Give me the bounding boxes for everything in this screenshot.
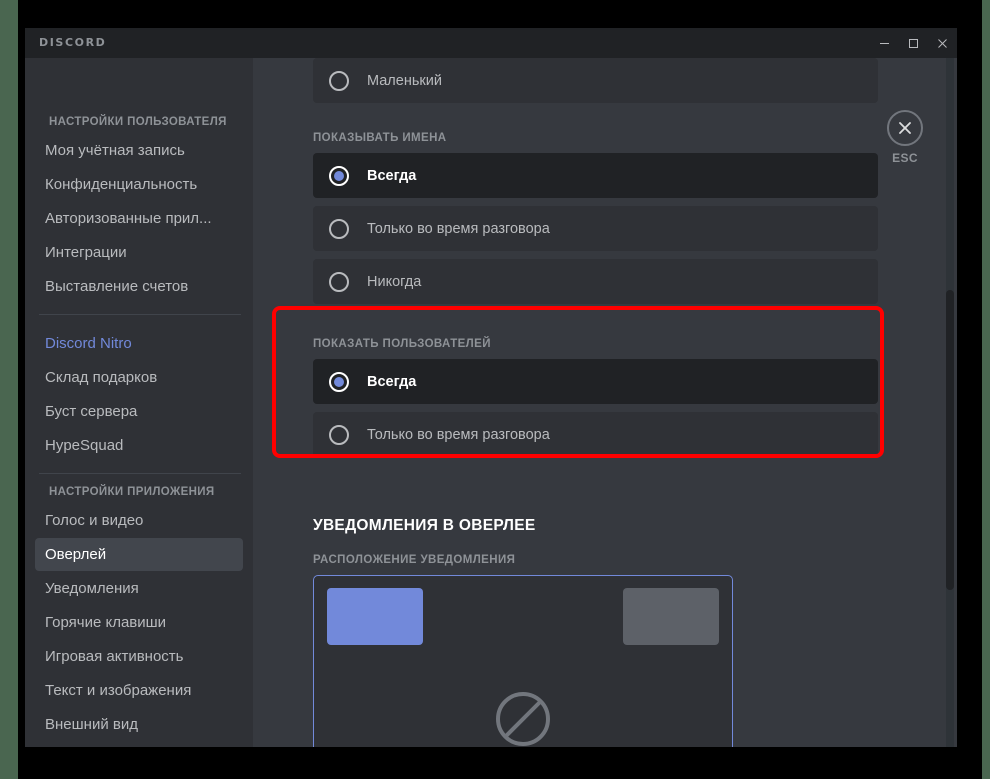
discord-settings-window: DISCORD НАСТРОЙКИ ПОЛЬЗОВАТЕЛЯ Моя учётна… [25,28,957,747]
discord-wordmark: DISCORD [39,36,107,49]
maximize-button[interactable] [899,28,928,58]
radio-selected-icon[interactable] [329,165,349,186]
title-bar: DISCORD [25,28,957,58]
sidebar-item-авторизованные-прил[interactable]: Авторизованные прил... [35,202,243,235]
sidebar-item-label: Моя учётная запись [45,142,185,159]
section-title-overlay-notifications: УВЕДОМЛЕНИЯ В ОВЕРЛЕЕ [313,517,536,534]
sidebar-item-discord-nitro[interactable]: Discord Nitro [35,327,243,360]
screen-background: DISCORD НАСТРОЙКИ ПОЛЬЗОВАТЕЛЯ Моя учётна… [0,0,990,779]
position-cell-top-left[interactable] [327,588,423,645]
sidebar-item-буст-сервера[interactable]: Буст сервера [35,395,243,428]
sidebar-item-label: Голос и видео [45,512,144,529]
group-label-notification-position: РАСПОЛОЖЕНИЕ УВЕДОМЛЕНИЯ [313,554,516,566]
sidebar-section-header: НАСТРОЙКИ ПОЛЬЗОВАТЕЛЯ [49,116,227,128]
notification-position-picker[interactable] [313,575,733,747]
sidebar-item-голос-и-видео[interactable]: Голос и видео [35,504,243,537]
sidebar-item-оверлей[interactable]: Оверлей [35,538,243,571]
sidebar-item-label: Выставление счетов [45,278,189,295]
radio-unselected-icon[interactable] [329,218,349,239]
sidebar-item-label: Оверлей [45,546,107,563]
settings-content: Маленький ПОКАЗЫВАТЬ ИМЕНА Всегда Только во… [253,58,957,747]
radio-dot [334,170,344,181]
sidebar-item-label: Discord Nitro [45,335,132,352]
sidebar-item-label: Игровая активность [45,648,184,665]
desktop-edge-right [982,0,990,779]
radio-unselected-icon[interactable] [329,424,349,445]
group-label-show-users: ПОКАЗАТЬ ПОЛЬЗОВАТЕЛЕЙ [313,338,491,350]
radio-unselected-icon[interactable] [329,271,349,292]
close-settings-control[interactable]: ESC [875,110,935,165]
settings-sidebar[interactable]: НАСТРОЙКИ ПОЛЬЗОВАТЕЛЯ Моя учётная запись… [25,58,253,747]
scrollbar-thumb[interactable] [946,290,954,590]
radio-option-label: Маленький [367,72,442,89]
sidebar-item-горячие-клавиши[interactable]: Горячие клавиши [35,606,243,639]
esc-label: ESC [892,151,918,165]
sidebar-item-выставление-счетов[interactable]: Выставление счетов [35,270,243,303]
sidebar-item-label: HypeSquad [45,437,124,454]
radio-option-label: Всегда [367,167,417,184]
sidebar-item-label: Авторизованные прил... [45,210,212,227]
radio-unselected-icon[interactable] [329,70,349,91]
window-controls [870,28,957,58]
sidebar-divider [39,473,241,474]
radio-option-show-users[interactable]: Всегда [313,359,878,404]
position-cell-top-right[interactable] [623,588,719,645]
content-scrollbar[interactable] [946,58,954,747]
radio-option-label: Никогда [367,273,422,290]
radio-option-size[interactable]: Маленький [313,58,878,103]
radio-option-label: Всегда [367,373,417,390]
no-entry-icon[interactable] [494,690,552,747]
sidebar-item-конфиденциальность[interactable]: Конфиденциальность [35,168,243,201]
close-x-icon[interactable] [887,110,923,146]
sidebar-item-моя-учётная-запись[interactable]: Моя учётная запись [35,134,243,167]
minimize-button[interactable] [870,28,899,58]
sidebar-item-игровая-активность[interactable]: Игровая активность [35,640,243,673]
sidebar-item-уведомления[interactable]: Уведомления [35,572,243,605]
sidebar-item-label: Интеграции [45,244,127,261]
radio-option-show-names[interactable]: Всегда [313,153,878,198]
sidebar-item-label: Склад подарков [45,369,158,386]
radio-option-label: Только во время разговора [367,426,550,443]
sidebar-item-интеграции[interactable]: Интеграции [35,236,243,269]
radio-option-show-names[interactable]: Никогда [313,259,878,304]
radio-option-show-names[interactable]: Только во время разговора [313,206,878,251]
sidebar-item-label: Конфиденциальность [45,176,198,193]
group-label-show-names: ПОКАЗЫВАТЬ ИМЕНА [313,132,447,144]
sidebar-item-label: Горячие клавиши [45,614,167,631]
radio-selected-icon[interactable] [329,371,349,392]
desktop-edge-left [0,0,18,779]
sidebar-item-hypesquad[interactable]: HypeSquad [35,429,243,462]
radio-option-show-users[interactable]: Только во время разговора [313,412,878,457]
close-button[interactable] [928,28,957,58]
radio-option-label: Только во время разговора [367,220,550,237]
sidebar-section-header: НАСТРОЙКИ ПРИЛОЖЕНИЯ [49,486,215,498]
sidebar-item-склад-подарков[interactable]: Склад подарков [35,361,243,394]
sidebar-item-label: Внешний вид [45,716,138,733]
sidebar-item-label: Уведомления [45,580,139,597]
sidebar-item-текст-и-изображения[interactable]: Текст и изображения [35,674,243,707]
sidebar-item-внешний-вид[interactable]: Внешний вид [35,708,243,741]
sidebar-divider [39,314,241,315]
sidebar-item-label: Буст сервера [45,403,138,420]
sidebar-item-label: Текст и изображения [45,682,192,699]
radio-dot [334,376,344,387]
